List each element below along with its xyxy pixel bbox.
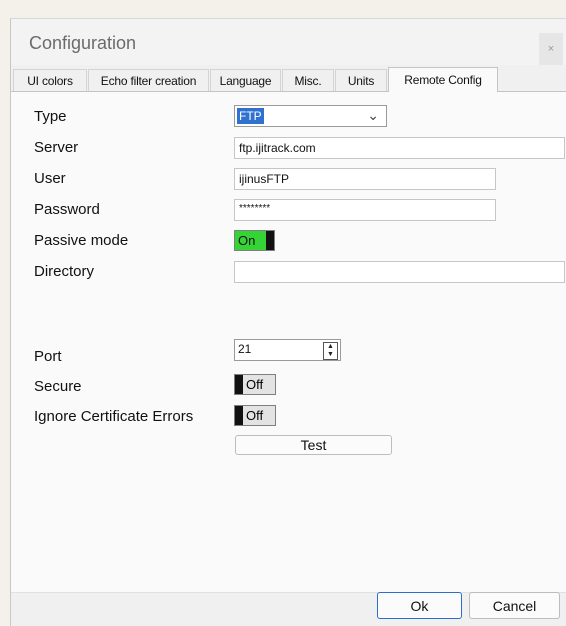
tab-language[interactable]: Language [210,69,281,91]
secure-label: Secure [34,378,82,395]
server-input[interactable]: ftp.ijitrack.com [234,137,565,159]
configuration-window: Configuration × UI colors Echo filter cr… [10,18,566,626]
tab-remote-config[interactable]: Remote Config [388,67,498,92]
passive-mode-toggle[interactable]: On [234,230,275,251]
cancel-button[interactable]: Cancel [469,592,560,619]
ignore-cert-errors-label: Ignore Certificate Errors [34,408,194,425]
port-label: Port [34,348,62,365]
port-spinner[interactable]: 21 ▲ ▼ [234,339,341,361]
type-select[interactable]: FTP ⌄ [234,105,387,127]
close-button[interactable]: × [539,33,563,65]
spin-arrows-icon[interactable]: ▲ ▼ [323,342,338,360]
remote-config-panel: Type FTP ⌄ Server ftp.ijitrack.com User … [11,91,566,593]
spin-down-icon[interactable]: ▼ [324,351,337,359]
directory-label: Directory [34,263,95,280]
toggle-thumb [235,406,243,425]
passive-mode-label: Passive mode [34,232,129,249]
directory-input[interactable] [234,261,565,283]
close-icon: × [547,43,555,55]
toggle-thumb [266,231,274,250]
ignore-cert-errors-toggle[interactable]: Off [234,405,276,426]
type-select-value: FTP [237,108,264,124]
tab-ui-colors[interactable]: UI colors [13,69,87,91]
tab-units[interactable]: Units [335,69,387,91]
tab-misc[interactable]: Misc. [282,69,334,91]
ok-button[interactable]: Ok [377,592,462,619]
toggle-thumb [235,375,243,394]
tab-echo-filter-creation[interactable]: Echo filter creation [88,69,209,91]
test-button[interactable]: Test [235,435,392,455]
tab-bar: UI colors Echo filter creation Language … [11,67,566,92]
spin-up-icon[interactable]: ▲ [324,343,337,351]
title-bar: Configuration × [11,19,566,65]
user-input[interactable]: ijinusFTP [234,168,496,190]
server-label: Server [34,139,79,156]
secure-toggle[interactable]: Off [234,374,276,395]
password-label: Password [34,201,100,218]
secure-toggle-text: Off [246,377,264,392]
passive-mode-toggle-text: On [238,233,256,248]
ignore-cert-errors-toggle-text: Off [246,408,264,423]
type-label: Type [34,108,67,125]
chevron-down-icon: ⌄ [367,107,379,123]
user-label: User [34,170,66,187]
window-title: Configuration [29,33,137,53]
password-input[interactable]: ******** [234,199,496,221]
port-value: 21 [238,342,252,356]
